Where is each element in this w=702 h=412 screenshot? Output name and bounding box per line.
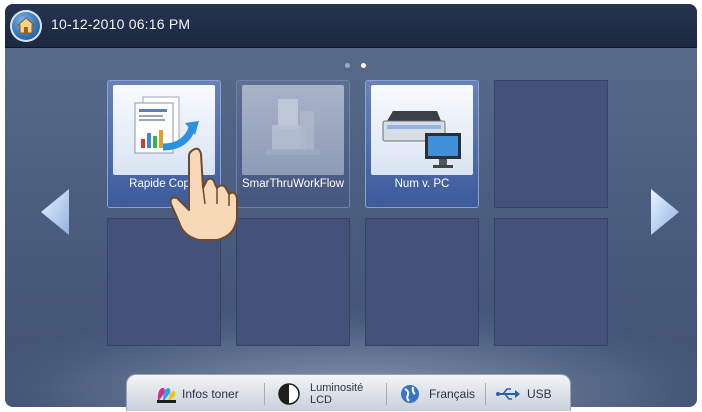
page-dot-2-active[interactable]: [361, 63, 366, 68]
empty-slot: [494, 80, 608, 208]
toner-label: Infos toner: [182, 386, 239, 401]
usb-icon: [496, 387, 520, 400]
language-button[interactable]: Français: [399, 375, 475, 412]
home-button[interactable]: [10, 10, 42, 42]
empty-slot: [365, 218, 479, 346]
page-dot-1[interactable]: [345, 63, 350, 68]
separator: [264, 383, 265, 405]
status-bar: Infos toner Luminosité LCD Français USB: [126, 374, 571, 411]
home-icon: [16, 17, 36, 34]
empty-slot: [236, 218, 350, 346]
workflow-icon: [266, 99, 320, 155]
language-label: Français: [429, 386, 476, 401]
app-label-scan-to-pc: Num v. PC: [394, 178, 450, 190]
brightness-icon: [278, 382, 300, 405]
language-icon: [401, 384, 419, 403]
scanner-to-pc-icon-box: [371, 85, 473, 175]
arrow-right-icon[interactable]: [649, 187, 681, 237]
toner-icon: [157, 387, 176, 403]
separator: [485, 383, 486, 405]
empty-slot: [494, 218, 608, 346]
date-time: 10-12-2010 06:16 PM: [51, 16, 191, 32]
lcd-brightness-line2: LCD: [310, 393, 333, 406]
workflow-icon-box: [242, 85, 344, 175]
lcd-brightness-line1: Luminosité: [310, 381, 364, 394]
pointing-hand-icon: [169, 147, 238, 241]
scanner-to-pc-icon: [382, 111, 461, 168]
lcd-brightness-text: Luminosité LCD: [310, 382, 363, 406]
app-tile-smarthru-workflow[interactable]: SmarThruWorkFlow: [236, 80, 350, 208]
device-screen: 10-12-2010 06:16 PM Rapide Copie SmarThr…: [5, 4, 697, 407]
toner-info-button[interactable]: Infos toner: [155, 375, 239, 412]
separator: [386, 383, 387, 405]
app-label-smarthru-workflow: SmarThruWorkFlow: [241, 178, 345, 190]
lcd-brightness-button[interactable]: Luminosité LCD: [278, 375, 363, 412]
app-tile-scan-to-pc[interactable]: Num v. PC: [365, 80, 479, 208]
usb-label: USB: [527, 386, 552, 401]
arrow-left-icon[interactable]: [39, 187, 71, 237]
usb-button[interactable]: USB: [495, 375, 552, 412]
top-bar: 10-12-2010 06:16 PM: [5, 4, 697, 48]
